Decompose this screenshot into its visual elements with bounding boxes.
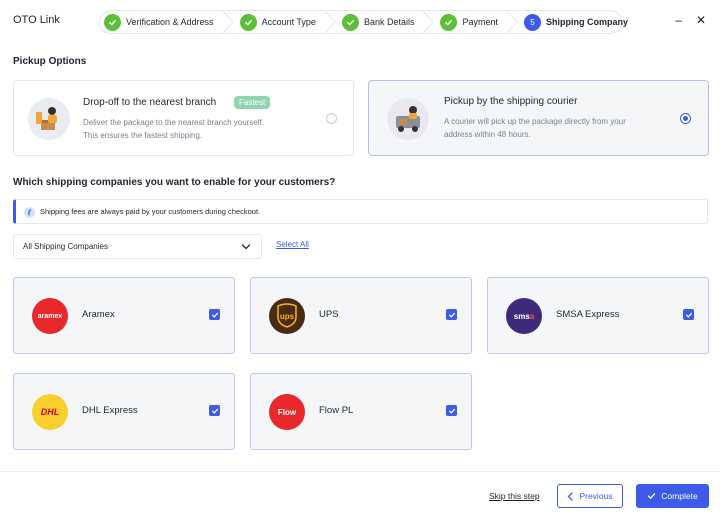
pickup-options-title: Pickup Options bbox=[13, 56, 87, 67]
desc-line: This ensures the fastest shipping. bbox=[83, 131, 203, 140]
skip-step-link[interactable]: Skip this step bbox=[489, 491, 540, 501]
ups-logo-icon: ups bbox=[269, 298, 305, 334]
company-card-flow[interactable]: Flow Flow PL bbox=[250, 373, 472, 450]
company-name: UPS bbox=[319, 309, 339, 320]
info-icon bbox=[24, 207, 35, 218]
company-name: DHL Express bbox=[82, 405, 138, 416]
company-checkbox[interactable] bbox=[683, 309, 694, 320]
check-circle-icon bbox=[104, 13, 121, 31]
chevron-down-icon bbox=[241, 244, 251, 250]
check-icon bbox=[648, 493, 656, 500]
desc-line: address within 48 hours. bbox=[444, 130, 531, 139]
company-checkbox[interactable] bbox=[446, 309, 457, 320]
pickup-option-dropoff[interactable]: Drop-off to the nearest branch Fastest D… bbox=[13, 80, 354, 156]
select-value: All Shipping Companies bbox=[23, 242, 108, 251]
company-checkbox[interactable] bbox=[446, 405, 457, 416]
check-circle-icon bbox=[440, 13, 458, 31]
chevron-separator-icon bbox=[324, 11, 336, 33]
close-icon[interactable]: ✕ bbox=[696, 13, 706, 27]
flow-logo-icon: Flow bbox=[269, 394, 305, 430]
company-card-ups[interactable]: ups UPS bbox=[250, 277, 472, 354]
step-label: Bank Details bbox=[363, 17, 415, 27]
step-shipping-company[interactable]: 5 Shipping Company bbox=[524, 11, 628, 33]
option-radio[interactable] bbox=[326, 113, 337, 124]
companies-question: Which shipping companies you want to ena… bbox=[13, 177, 336, 188]
pickup-option-courier[interactable]: Pickup by the shipping courier A courier… bbox=[368, 80, 709, 156]
check-circle-icon bbox=[239, 13, 257, 31]
chevron-separator-icon bbox=[506, 11, 518, 33]
step-label: Shipping Company bbox=[546, 17, 628, 27]
company-card-aramex[interactable]: aramex Aramex bbox=[13, 277, 235, 354]
option-title: Drop-off to the nearest branch bbox=[83, 97, 217, 108]
aramex-logo-icon: aramex bbox=[32, 298, 68, 334]
previous-label: Previous bbox=[579, 491, 613, 501]
desc-line: Deliver the package to the nearest branc… bbox=[83, 118, 264, 127]
smsa-logo-icon: smsa bbox=[506, 298, 542, 334]
option-radio[interactable] bbox=[680, 113, 691, 124]
step-payment[interactable]: Payment bbox=[440, 11, 524, 33]
company-name: Aramex bbox=[82, 309, 115, 320]
complete-label: Complete bbox=[661, 491, 698, 501]
desc-line: A courier will pick up the package direc… bbox=[444, 117, 626, 126]
step-bank-details[interactable]: Bank Details bbox=[341, 11, 441, 33]
option-description: Deliver the package to the nearest branc… bbox=[83, 116, 264, 142]
stepper: Verification & Address Account Type Bank… bbox=[99, 10, 628, 34]
step-number: 5 bbox=[524, 13, 541, 31]
chevron-left-icon bbox=[568, 491, 574, 501]
company-card-dhl[interactable]: DHL DHL Express bbox=[13, 373, 235, 450]
step-account-type[interactable]: Account Type bbox=[239, 11, 342, 33]
company-name: Flow PL bbox=[319, 405, 354, 416]
company-name: SMSA Express bbox=[556, 309, 620, 320]
dropoff-illustration-icon bbox=[28, 98, 70, 140]
info-banner: Shipping fees are always paid by your cu… bbox=[13, 199, 708, 224]
company-checkbox[interactable] bbox=[209, 309, 220, 320]
step-verification[interactable]: Verification & Address bbox=[104, 11, 240, 33]
top-bar: OTO Link Verification & Address Account … bbox=[0, 0, 720, 42]
dhl-logo-icon: DHL bbox=[32, 394, 68, 430]
step-label: Verification & Address bbox=[126, 17, 214, 27]
company-checkbox[interactable] bbox=[209, 405, 220, 416]
app-title: OTO Link bbox=[13, 14, 60, 26]
check-circle-icon bbox=[341, 13, 359, 31]
window-controls: – ✕ bbox=[675, 13, 706, 27]
courier-illustration-icon bbox=[387, 98, 429, 140]
company-filter-select[interactable]: All Shipping Companies bbox=[13, 234, 262, 259]
option-title: Pickup by the shipping courier bbox=[444, 96, 578, 107]
chevron-separator-icon bbox=[222, 11, 234, 33]
info-text: Shipping fees are always paid by your cu… bbox=[40, 207, 261, 216]
step-label: Payment bbox=[462, 17, 498, 27]
option-description: A courier will pick up the package direc… bbox=[444, 115, 626, 141]
company-card-smsa[interactable]: smsa SMSA Express bbox=[487, 277, 709, 354]
complete-button[interactable]: Complete bbox=[636, 484, 709, 508]
svg-text:ups: ups bbox=[280, 312, 295, 321]
footer-divider bbox=[0, 471, 720, 472]
minimize-icon[interactable]: – bbox=[675, 13, 682, 27]
fastest-badge: Fastest bbox=[234, 96, 271, 109]
step-label: Account Type bbox=[261, 17, 316, 27]
chevron-separator-icon bbox=[423, 11, 435, 33]
previous-button[interactable]: Previous bbox=[557, 484, 623, 508]
select-all-link[interactable]: Select All bbox=[276, 240, 309, 249]
